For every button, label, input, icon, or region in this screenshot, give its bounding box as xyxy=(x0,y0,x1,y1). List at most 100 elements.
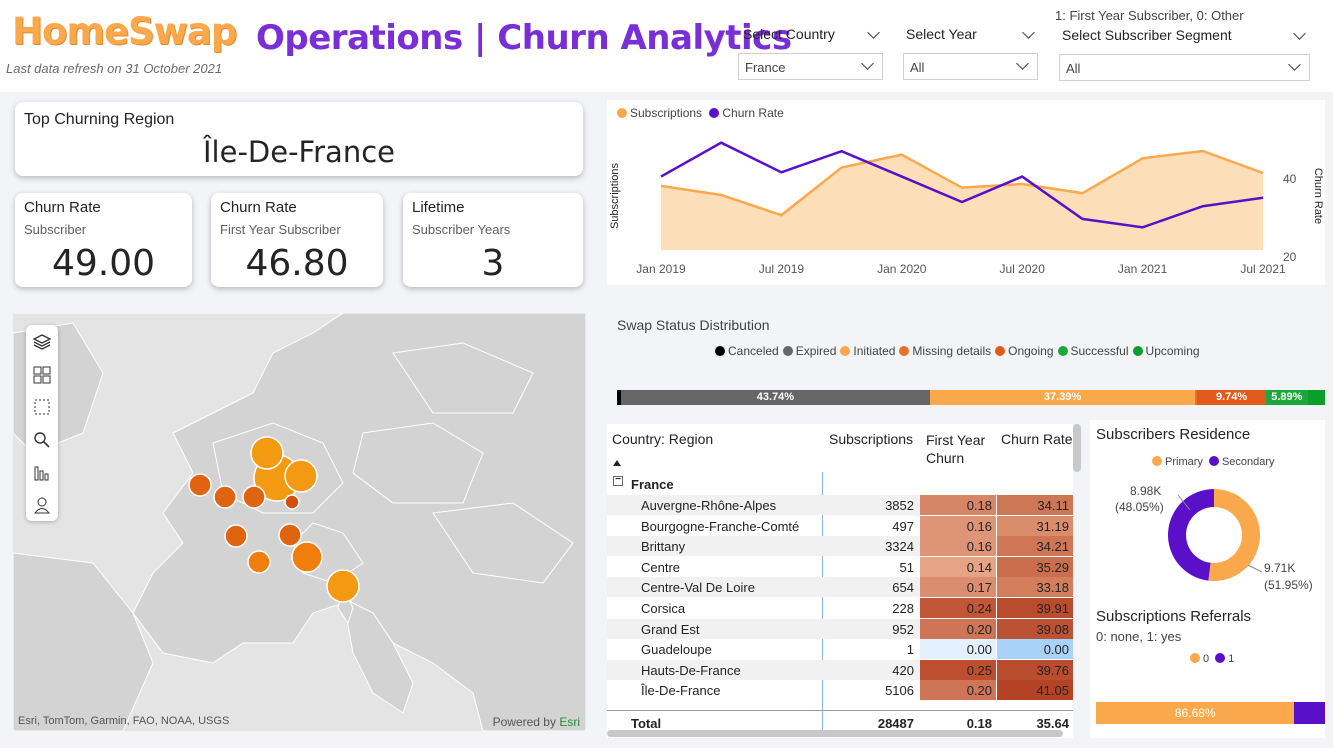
map-bubble[interactable] xyxy=(188,473,212,497)
search-icon[interactable] xyxy=(32,431,52,449)
page-title: Operations | Churn Analytics xyxy=(256,18,792,58)
table-row[interactable]: Auvergne-Rhône-Alpes 3852 0.18 34.11 xyxy=(607,495,1073,515)
swap-status-segment[interactable]: 9.74% xyxy=(1197,390,1267,405)
table-row[interactable]: Bourgogne-Franche-Comté 497 0.16 31.19 xyxy=(607,515,1073,536)
subscriptions-cell: 3324 xyxy=(885,539,914,555)
collapse-icon[interactable]: − xyxy=(613,475,623,486)
legend-label: Canceled xyxy=(728,344,779,358)
country-slicer-header[interactable]: Select Country xyxy=(738,26,884,46)
legend-item[interactable]: Successful xyxy=(1057,344,1129,358)
line-chart-plot[interactable] xyxy=(607,100,1325,285)
swap-status-segment[interactable]: 5.89% xyxy=(1266,390,1308,405)
sort-ascending-icon[interactable] xyxy=(613,460,621,466)
table-header: Country: Region Subscriptions First Year… xyxy=(607,424,1073,472)
legend-item[interactable]: Upcoming xyxy=(1132,344,1200,358)
table-row[interactable]: Guadeloupe 1 0.00 0.00 xyxy=(607,639,1073,660)
chevron-down-icon[interactable] xyxy=(1016,57,1029,70)
chevron-down-icon[interactable] xyxy=(861,57,874,70)
map-canvas[interactable] xyxy=(13,313,586,731)
table-row[interactable]: Brittany 3324 0.16 34.21 xyxy=(607,536,1073,557)
data-refresh-note: Last data refresh on 31 October 2021 xyxy=(6,61,223,76)
region-table[interactable]: Country: Region Subscriptions First Year… xyxy=(607,424,1081,738)
card-subtitle: Subscriber xyxy=(24,222,87,237)
group-row[interactable]: − France xyxy=(607,474,1073,494)
layers-icon[interactable] xyxy=(32,333,52,351)
year-slicer-header[interactable]: Select Year xyxy=(901,26,1039,46)
region-cell: Hauts-De-France xyxy=(641,662,741,678)
region-cell: Brittany xyxy=(641,539,686,555)
donut-slice[interactable] xyxy=(1168,489,1214,581)
region-cell: Bourgogne-Franche-Comté xyxy=(641,518,800,534)
map-bubble[interactable] xyxy=(291,541,323,573)
legend-item[interactable]: Missing details xyxy=(899,344,991,358)
table-row[interactable]: Île-De-France 5106 0.20 41.05 xyxy=(607,680,1073,701)
leader-line xyxy=(1247,564,1263,573)
swap-status-bar[interactable]: 43.74% 37.39% 9.74% 5.89% xyxy=(617,390,1325,405)
churn-rate-cell: 34.21 xyxy=(997,536,1073,557)
year-dropdown[interactable]: All xyxy=(903,53,1038,80)
legend-swatch xyxy=(1215,653,1226,663)
table-row[interactable]: Centre-Val De Loire 654 0.17 33.18 xyxy=(607,577,1073,598)
year-dropdown-value: All xyxy=(910,60,925,75)
referrals-bar[interactable]: 86.68% xyxy=(1096,702,1325,724)
year-slicer-label: Select Year xyxy=(906,26,977,42)
swap-status-segment[interactable]: 43.74% xyxy=(620,390,931,405)
table-row[interactable]: Centre 51 0.14 35.29 xyxy=(607,556,1073,577)
region-map[interactable]: Esri, TomTom, Garmin, FAO, NOAA, USGS Po… xyxy=(13,313,586,731)
first-year-churn-cell: 0.20 xyxy=(920,680,996,701)
esri-link[interactable]: Esri xyxy=(559,715,580,729)
card-title: Churn Rate xyxy=(24,199,101,216)
chevron-down-icon[interactable] xyxy=(867,26,880,39)
segment-dropdown[interactable]: All xyxy=(1059,54,1310,81)
rect-select-icon[interactable] xyxy=(32,398,52,416)
chevron-down-icon[interactable] xyxy=(1288,58,1301,71)
legend-item[interactable]: Canceled xyxy=(715,344,779,358)
first-year-churn-cell: 0.00 xyxy=(920,639,996,660)
subscriptions-cell: 654 xyxy=(892,580,914,596)
vertical-scrollbar[interactable] xyxy=(1073,424,1081,472)
col-header-first-year-churn[interactable]: First Year Churn xyxy=(926,428,1001,466)
legend-item[interactable]: Ongoing xyxy=(995,344,1054,358)
chart-icon[interactable] xyxy=(32,464,52,482)
legend-swatch xyxy=(899,346,910,356)
referral-segment[interactable]: 86.68% xyxy=(1096,702,1295,724)
churn-rate-cell: 39.76 xyxy=(997,659,1073,680)
chevron-down-icon[interactable] xyxy=(1022,26,1035,39)
powered-by-label: Powered by xyxy=(492,715,556,729)
swap-status-segment[interactable] xyxy=(1307,390,1325,405)
map-bubble[interactable] xyxy=(278,523,302,547)
map-bubble[interactable] xyxy=(247,550,271,574)
referral-segment[interactable] xyxy=(1294,702,1325,724)
grid-select-icon[interactable] xyxy=(32,366,52,384)
x-tick-label: Jul 2021 xyxy=(1240,262,1286,276)
chevron-down-icon[interactable] xyxy=(1293,27,1306,40)
subscriptions-area xyxy=(661,151,1263,250)
table-row[interactable]: Grand Est 952 0.20 39.08 xyxy=(607,618,1073,639)
subscriptions-cell: 1 xyxy=(906,642,914,658)
legend-item[interactable]: Expired xyxy=(782,344,837,358)
horizontal-scrollbar[interactable] xyxy=(607,730,1063,737)
legend-label: Expired xyxy=(795,344,837,358)
card-title: Churn Rate xyxy=(220,199,297,216)
col-header-churn-rate[interactable]: Churn Rate xyxy=(1001,428,1073,448)
map-bubble[interactable] xyxy=(224,524,248,548)
map-bubble[interactable] xyxy=(284,459,318,493)
table-row[interactable]: Corsica 228 0.24 39.91 xyxy=(607,598,1073,618)
country-dropdown[interactable]: France xyxy=(738,53,883,80)
region-cell: Centre-Val De Loire xyxy=(641,580,755,596)
col-header-subscriptions[interactable]: Subscriptions xyxy=(829,428,913,448)
person-icon[interactable] xyxy=(32,496,52,514)
legend-item[interactable]: Initiated xyxy=(840,344,895,358)
legend-swatch xyxy=(840,346,851,356)
map-bubble[interactable] xyxy=(213,485,237,509)
table-row[interactable]: Hauts-De-France 420 0.25 39.76 xyxy=(607,659,1073,680)
map-bubble[interactable] xyxy=(242,485,266,509)
swap-status-segment[interactable]: 37.39% xyxy=(930,390,1195,405)
map-bubble[interactable] xyxy=(250,436,284,470)
x-tick-label: Jul 2020 xyxy=(999,262,1045,276)
map-bubble[interactable] xyxy=(326,569,360,603)
subscriptions-cell: 51 xyxy=(899,559,914,575)
map-bubble[interactable] xyxy=(284,494,300,510)
segment-slicer-header[interactable]: Select Subscriber Segment xyxy=(1058,27,1310,47)
col-header-region[interactable]: Country: Region xyxy=(612,428,713,448)
